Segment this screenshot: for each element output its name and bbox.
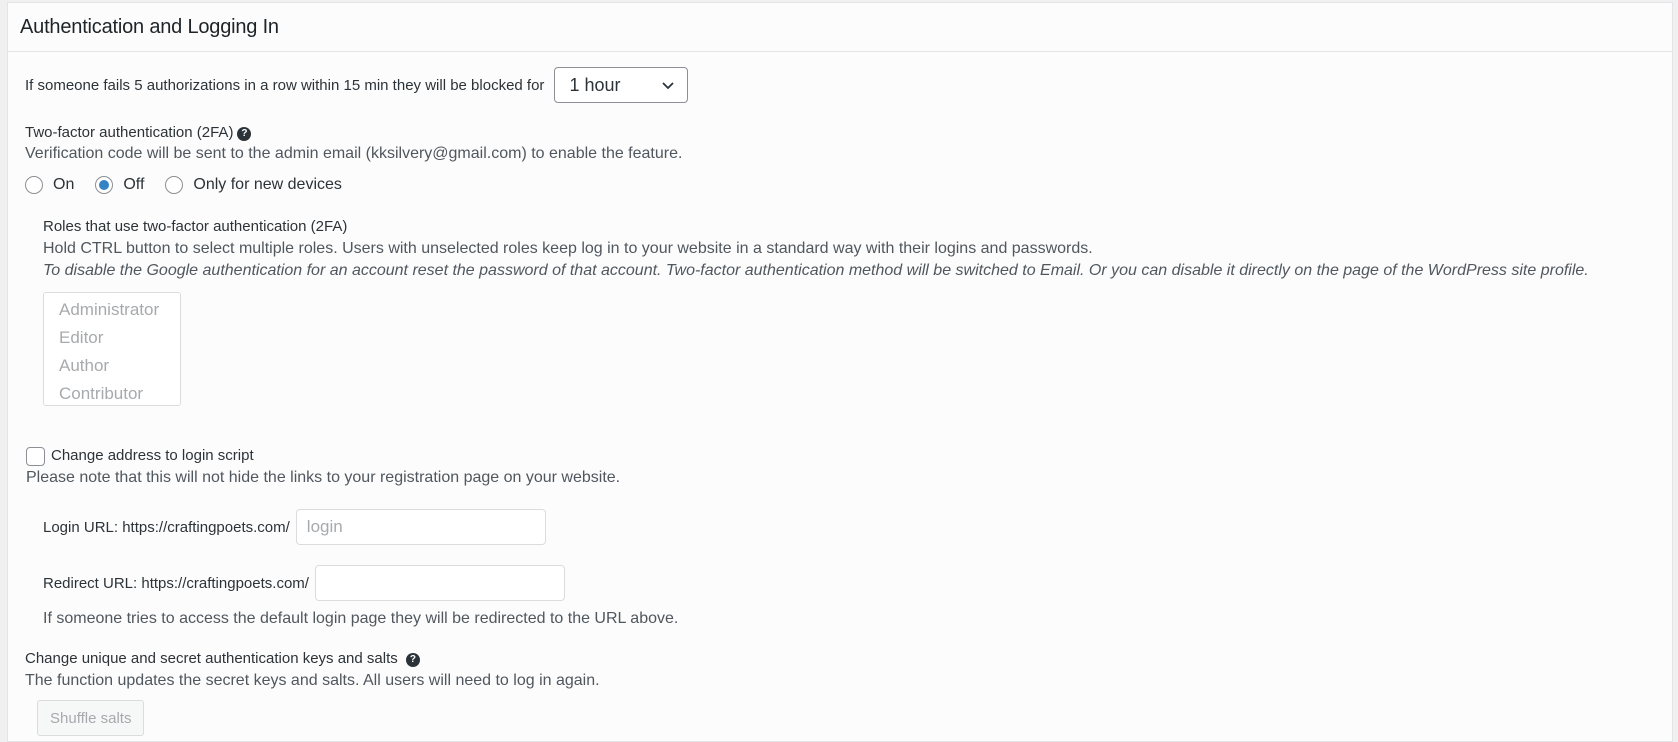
login-url-row: Login URL: https://craftingpoets.com/ (43, 509, 546, 545)
lockout-duration-value: 1 hour (569, 74, 621, 95)
panel-header: Authentication and Logging In (8, 3, 1672, 52)
redirect-url-label: Redirect URL: https://craftingpoets.com/ (43, 574, 309, 592)
role-option-author[interactable]: Author (59, 352, 180, 380)
question-circle-icon[interactable]: ? (237, 127, 252, 141)
radio-off-label: Off (123, 176, 145, 193)
redirect-note: If someone tries to access the default l… (43, 610, 679, 627)
roles-title: Roles that use two-factor authentication… (43, 218, 348, 235)
login-url-label: Login URL: https://craftingpoets.com/ (43, 518, 290, 536)
radio-off[interactable] (95, 176, 114, 194)
change-login-checkbox[interactable] (26, 446, 45, 466)
role-option-administrator[interactable]: Administrator (59, 296, 180, 324)
role-option-editor[interactable]: Editor (59, 324, 180, 352)
radio-new-devices-label: Only for new devices (193, 176, 342, 193)
question-circle-icon[interactable]: ? (405, 653, 420, 667)
twofa-option-on[interactable]: On (25, 176, 74, 194)
twofa-option-off[interactable]: Off (95, 176, 144, 194)
chevron-down-icon (662, 82, 675, 90)
salts-description: The function updates the secret keys and… (25, 672, 600, 689)
role-option-contributor[interactable]: Contributor (59, 380, 180, 408)
twofa-radio-group: On Off Only for new devices (25, 176, 682, 194)
settings-panel: Authentication and Logging In If someone… (7, 2, 1673, 742)
panel-title: Authentication and Logging In (20, 15, 279, 38)
roles-listbox[interactable]: Administrator Editor Author Contributor (43, 292, 181, 406)
twofa-description: Verification code will be sent to the ad… (25, 145, 683, 162)
shuffle-salts-button[interactable]: Shuffle salts (37, 700, 145, 736)
login-script-note: Please note that this will not hide the … (26, 469, 621, 486)
twofa-roles-section: Roles that use two-factor authentication… (43, 216, 1589, 406)
radio-new-devices[interactable] (165, 176, 184, 194)
salts-section: Change unique and secret authentication … (25, 648, 600, 736)
login-url-input[interactable] (295, 509, 546, 545)
lockout-label: If someone fails 5 authorizations in a r… (25, 76, 545, 94)
lockout-row: If someone fails 5 authorizations in a r… (25, 67, 689, 103)
salts-title: Change unique and secret authentication … (25, 650, 398, 667)
roles-note: To disable the Google authentication for… (43, 262, 1589, 279)
change-login-label: Change address to login script (51, 447, 254, 464)
redirect-url-input[interactable] (314, 565, 565, 601)
twofa-option-new-devices[interactable]: Only for new devices (165, 176, 342, 194)
redirect-url-row: Redirect URL: https://craftingpoets.com/ (43, 565, 565, 601)
login-script-section: Change address to login script Please no… (26, 445, 620, 489)
radio-on-label: On (53, 176, 75, 193)
lockout-duration-select[interactable]: 1 hour (554, 67, 689, 103)
roles-hint: Hold CTRL button to select multiple role… (43, 240, 1093, 257)
twofa-title: Two-factor authentication (2FA) (25, 124, 234, 141)
twofa-section: Two-factor authentication (2FA)? Verific… (25, 123, 682, 194)
radio-on[interactable] (25, 176, 43, 194)
